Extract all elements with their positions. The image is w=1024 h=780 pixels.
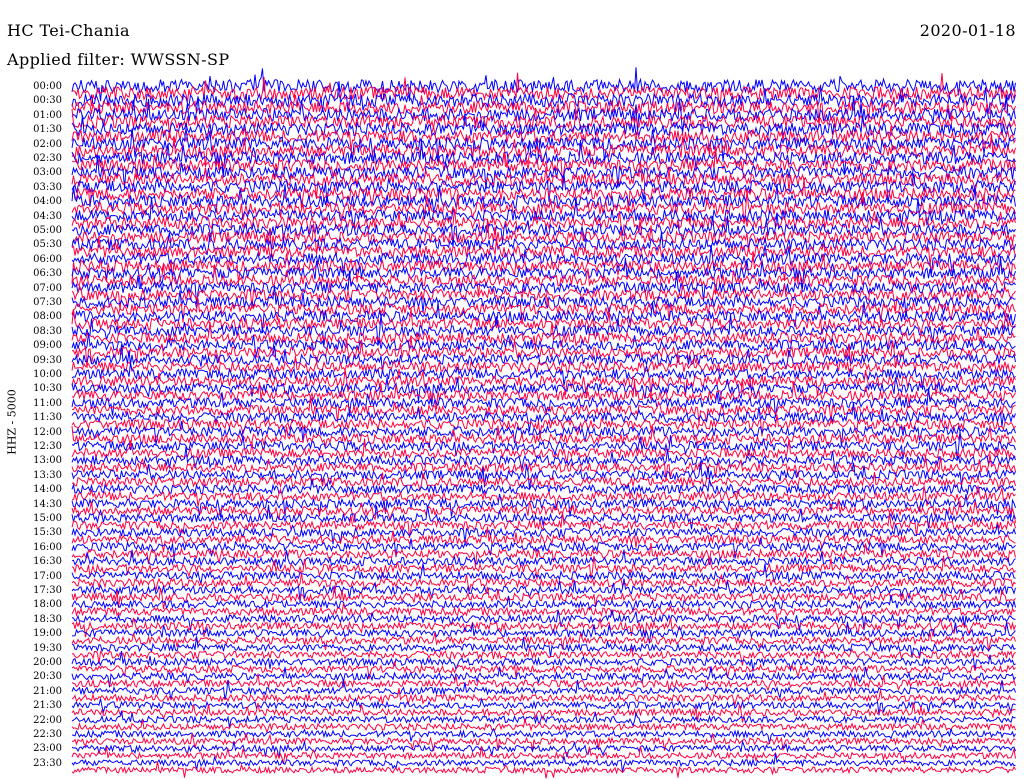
seismogram-trace [71, 308, 1016, 335]
time-label: 10:00 [33, 369, 62, 380]
time-label: 15:00 [33, 513, 62, 524]
time-label: 23:30 [33, 757, 62, 769]
time-label: 08:00 [33, 311, 62, 323]
time-label: 16:30 [33, 556, 62, 568]
seismogram-trace [71, 431, 1016, 459]
time-label: 00:00 [33, 81, 62, 92]
time-label: 20:30 [33, 671, 62, 683]
time-label: 14:30 [33, 498, 62, 510]
time-label: 22:00 [33, 714, 62, 726]
time-label: 12:00 [33, 426, 62, 438]
time-label: 01:30 [33, 124, 62, 136]
time-axis: 00:00 00:30 01:00 01:30 02:00 02:30 03:00 03:30… [0, 0, 64, 780]
time-label: 18:30 [33, 613, 62, 625]
time-label: 17:00 [33, 570, 62, 582]
time-label: 09:00 [33, 340, 62, 352]
time-label: 16:00 [33, 541, 62, 553]
time-label: 01:00 [33, 109, 62, 121]
time-label: 02:30 [33, 153, 62, 164]
time-label: 20:00 [33, 657, 62, 668]
time-label: 07:00 [33, 282, 62, 294]
time-label: 05:30 [33, 239, 62, 251]
seismogram-plot [71, 67, 1016, 779]
time-label: 04:00 [33, 196, 62, 208]
seismogram-traces [71, 67, 1016, 779]
time-label: 06:30 [33, 268, 62, 280]
time-label: 12:30 [33, 441, 62, 452]
time-label: 11:00 [33, 397, 62, 409]
time-label: 06:00 [33, 253, 62, 265]
time-label: 11:30 [33, 412, 62, 424]
time-label: 15:30 [33, 527, 62, 539]
time-label: 13:00 [33, 455, 62, 467]
time-label: 00:30 [33, 95, 62, 107]
time-label: 05:00 [33, 225, 62, 236]
time-label: 02:00 [33, 138, 62, 150]
time-label: 13:30 [33, 469, 62, 481]
time-label: 23:00 [33, 743, 62, 755]
time-label: 22:30 [33, 729, 62, 740]
time-label: 21:00 [33, 685, 62, 697]
seismogram-trace [71, 220, 1016, 255]
time-label: 19:00 [33, 628, 62, 640]
time-label: 14:00 [33, 484, 62, 496]
time-label: 08:30 [33, 325, 62, 337]
time-label: 10:30 [33, 383, 62, 395]
time-label: 04:30 [33, 210, 62, 222]
seismogram-trace [71, 585, 1016, 610]
time-label: 21:30 [33, 700, 62, 712]
time-label: 17:30 [33, 585, 62, 596]
time-label: 09:30 [33, 354, 62, 366]
time-label: 03:00 [33, 167, 62, 179]
time-label: 07:30 [33, 297, 62, 308]
seismogram-trace [71, 732, 1016, 752]
time-label: 03:30 [33, 181, 62, 193]
time-label: 19:30 [33, 642, 62, 654]
time-label: 18:00 [33, 599, 62, 611]
